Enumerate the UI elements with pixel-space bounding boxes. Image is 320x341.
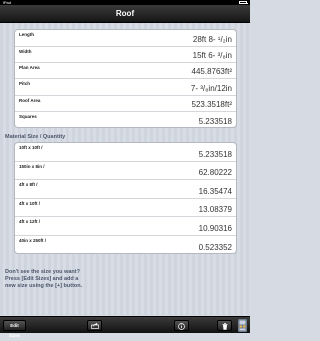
app-logo-icon[interactable] xyxy=(238,319,247,332)
trash-icon xyxy=(222,323,227,330)
bottom-toolbar: Edit Sizes xyxy=(0,316,250,338)
material-label: 4ft x 10ft / xyxy=(19,201,41,206)
material-quantity: 10.90316 xyxy=(198,224,232,233)
material-row[interactable]: 10ft x 10ft / 5.233518 xyxy=(15,143,236,162)
material-label: 150in x 8in / xyxy=(19,164,45,169)
measurement-label: Pitch xyxy=(19,81,31,86)
measurement-value: 523.3518ft² xyxy=(191,100,232,109)
share-icon xyxy=(90,323,99,329)
info-button[interactable] xyxy=(174,320,189,331)
material-label: 4ft x 12ft / xyxy=(19,219,41,224)
help-note-line: Don't see the size you want? xyxy=(5,269,80,275)
measurement-value: 28ft 8- ¹/₂in xyxy=(192,35,232,44)
material-label: 4ft x 8ft / xyxy=(19,182,38,187)
help-note: Don't see the size you want? Press [Edit… xyxy=(5,269,205,290)
battery-icon xyxy=(239,1,248,4)
edit-sizes-label: Edit Sizes xyxy=(8,323,21,338)
material-row[interactable]: 4ft x 10ft / 13.08379 xyxy=(15,199,236,217)
measurement-label: Roof Area xyxy=(19,98,41,103)
measurement-value: 5.233518 xyxy=(198,117,232,126)
measurement-label: Width xyxy=(19,49,32,54)
info-icon xyxy=(178,323,185,330)
material-quantity: 5.233518 xyxy=(198,150,232,159)
help-note-line: new size using the [+] button. xyxy=(5,283,83,289)
trash-button[interactable] xyxy=(217,320,232,331)
measurement-value: 7- ³/₈in/12in xyxy=(190,84,232,93)
measurements-group: Length 28ft 8- ¹/₂in Width 15ft 6- ³/₈in… xyxy=(14,29,237,128)
material-quantity: 62.80222 xyxy=(198,168,232,177)
help-note-line: Press [Edit Sizes] and add a xyxy=(5,276,79,282)
edit-sizes-button[interactable]: Edit Sizes xyxy=(3,320,26,338)
measurement-label: Squares xyxy=(19,114,37,119)
material-group: 10ft x 10ft / 5.233518 150in x 8in / 62.… xyxy=(14,142,237,254)
material-row[interactable]: 4ft x 8ft / 16.35474 xyxy=(15,180,236,199)
material-label: 10ft x 10ft / xyxy=(19,145,43,150)
nav-bar: Roof xyxy=(0,5,250,23)
measurement-row-plan-area[interactable]: Plan Area 445.8763ft² xyxy=(15,63,236,79)
share-button[interactable] xyxy=(87,320,102,331)
material-quantity: 0.523352 xyxy=(198,243,232,252)
measurement-value: 445.8763ft² xyxy=(191,67,232,76)
measurement-row-width[interactable]: Width 15ft 6- ³/₈in xyxy=(15,47,236,63)
measurement-label: Plan Area xyxy=(19,65,40,70)
material-section-header: Material Size / Quantity xyxy=(5,134,66,140)
page-title: Roof xyxy=(115,9,135,18)
measurement-value: 15ft 6- ³/₈in xyxy=(192,51,232,60)
measurement-label: Length xyxy=(19,32,34,37)
measurement-row-roof-area[interactable]: Roof Area 523.3518ft² xyxy=(15,96,236,112)
material-row[interactable]: 4ft x 12ft / 10.90316 xyxy=(15,217,236,236)
material-row[interactable]: 40in x 250ft / 0.523352 xyxy=(15,236,236,254)
material-quantity: 16.35474 xyxy=(198,187,232,196)
measurement-row-pitch[interactable]: Pitch 7- ³/₈in/12in xyxy=(15,79,236,96)
material-quantity: 13.08379 xyxy=(198,205,232,214)
measurement-row-length[interactable]: Length 28ft 8- ¹/₂in xyxy=(15,30,236,47)
material-row[interactable]: 150in x 8in / 62.80222 xyxy=(15,162,236,180)
material-label: 40in x 250ft / xyxy=(19,238,47,243)
measurement-row-squares[interactable]: Squares 5.233518 xyxy=(15,112,236,128)
